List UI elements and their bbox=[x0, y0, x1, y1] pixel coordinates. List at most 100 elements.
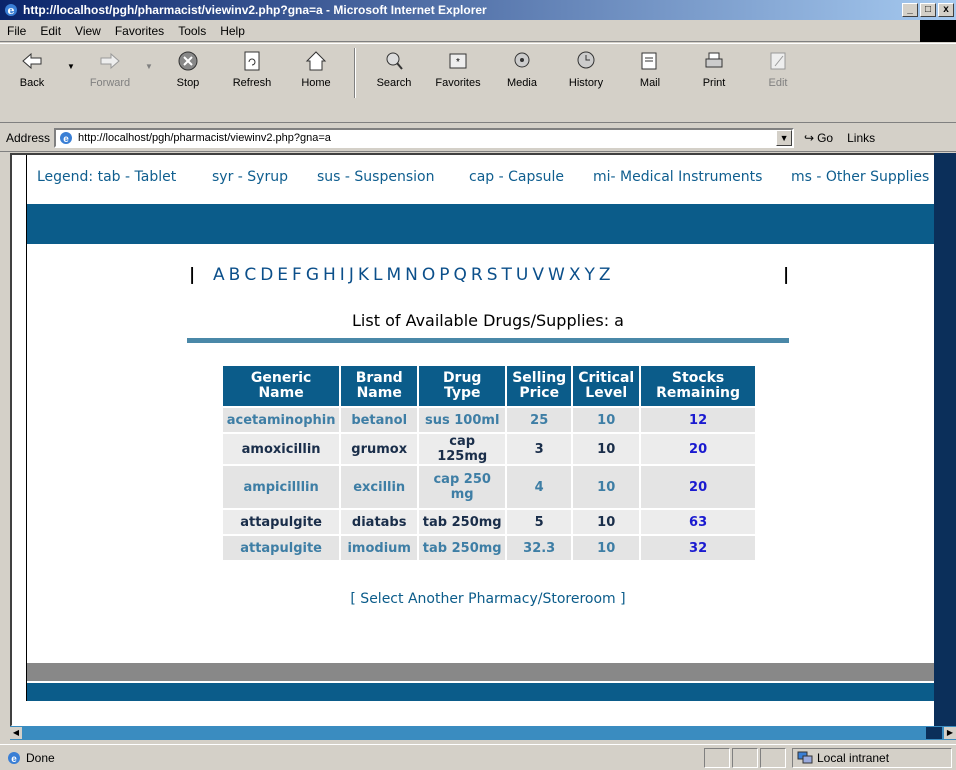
status-text: Done bbox=[26, 750, 55, 765]
scroll-left-icon[interactable]: ◀ bbox=[10, 727, 22, 739]
svg-text:*: * bbox=[456, 57, 460, 68]
minimize-button[interactable]: _ bbox=[902, 3, 918, 17]
alphabet-link-p[interactable]: P bbox=[439, 265, 451, 285]
cell-stocks: 20 bbox=[641, 434, 755, 464]
alphabet-link-u[interactable]: U bbox=[516, 265, 530, 285]
menu-file[interactable]: File bbox=[0, 24, 33, 38]
history-button[interactable]: History bbox=[554, 48, 618, 89]
print-icon bbox=[705, 52, 723, 68]
maximize-button[interactable]: □ bbox=[920, 3, 936, 17]
status-panel bbox=[704, 747, 730, 768]
select-pharmacy-link[interactable]: [ Select Another Pharmacy/Storeroom ] bbox=[187, 591, 789, 607]
intranet-icon bbox=[797, 751, 813, 763]
alphabet-link-z[interactable]: Z bbox=[599, 265, 613, 285]
alphabet-link-o[interactable]: O bbox=[422, 265, 437, 285]
address-input[interactable]: e http://localhost/pgh/pharmacist/viewin… bbox=[54, 127, 795, 148]
refresh-button[interactable]: Refresh bbox=[220, 48, 284, 89]
alphabet-link-x[interactable]: X bbox=[569, 265, 583, 285]
svg-text:e: e bbox=[11, 754, 17, 765]
home-button[interactable]: Home bbox=[284, 48, 348, 89]
menu-tools[interactable]: Tools bbox=[171, 24, 213, 38]
col-critical-level: Critical Level bbox=[573, 366, 640, 406]
alphabet-link-s[interactable]: S bbox=[487, 265, 500, 285]
legend-item-tab: Legend: tab - Tablet bbox=[37, 169, 177, 185]
alphabet-link-y[interactable]: Y bbox=[584, 265, 596, 285]
back-dropdown-icon[interactable]: ▼ bbox=[64, 62, 78, 71]
edit-label: Edit bbox=[768, 77, 788, 89]
alphabet-divider-right: | bbox=[783, 265, 792, 285]
cell-price: 32.3 bbox=[507, 536, 572, 560]
back-button[interactable]: Back bbox=[0, 48, 64, 89]
alphabet-link-m[interactable]: M bbox=[386, 265, 403, 285]
forward-dropdown-icon[interactable]: ▼ bbox=[142, 62, 156, 71]
drugs-table: Generic Name Brand Name Drug Type Sellin… bbox=[221, 364, 757, 562]
scroll-thumb[interactable] bbox=[926, 727, 942, 739]
alphabet-link-j[interactable]: J bbox=[349, 265, 356, 285]
menu-edit[interactable]: Edit bbox=[33, 24, 68, 38]
alphabet-link-b[interactable]: B bbox=[229, 265, 243, 285]
forward-label: Forward bbox=[89, 77, 131, 89]
alphabet-link-i[interactable]: I bbox=[340, 265, 347, 285]
mail-icon bbox=[641, 52, 657, 70]
list-heading: List of Available Drugs/Supplies: a bbox=[352, 311, 624, 330]
alphabet-link-r[interactable]: R bbox=[471, 265, 485, 285]
address-url: http://localhost/pgh/pharmacist/viewinv2… bbox=[78, 131, 331, 144]
favorites-button[interactable]: * Favorites bbox=[426, 48, 490, 89]
alphabet-link-f[interactable]: F bbox=[292, 265, 304, 285]
svg-text:e: e bbox=[8, 4, 15, 17]
toolbar: Back ▼ Forward ▼ Stop Refresh Home Searc… bbox=[0, 43, 956, 123]
menu-view[interactable]: View bbox=[68, 24, 108, 38]
address-dropdown-icon[interactable]: ▼ bbox=[776, 129, 793, 146]
cell-critical: 10 bbox=[573, 408, 640, 432]
edit-button[interactable]: Edit bbox=[746, 48, 810, 89]
vertical-scrollbar[interactable] bbox=[934, 153, 956, 727]
menu-help[interactable]: Help bbox=[213, 24, 252, 38]
print-button[interactable]: Print bbox=[682, 48, 746, 89]
alphabet-link-k[interactable]: K bbox=[358, 265, 371, 285]
col-generic-name: Generic Name bbox=[223, 366, 340, 406]
search-button[interactable]: Search bbox=[362, 48, 426, 89]
refresh-label: Refresh bbox=[232, 77, 272, 89]
forward-arrow-icon bbox=[100, 52, 120, 70]
mail-button[interactable]: Mail bbox=[618, 48, 682, 89]
cell-generic: acetaminophin bbox=[223, 408, 340, 432]
table-row: attapulgite imodium tab 250mg 32.3 10 32 bbox=[223, 536, 755, 560]
back-arrow-icon bbox=[22, 52, 42, 70]
cell-generic: attapulgite bbox=[223, 536, 340, 560]
alphabet-link-w[interactable]: W bbox=[548, 265, 567, 285]
alphabet-link-g[interactable]: G bbox=[306, 265, 321, 285]
cell-brand: excillin bbox=[341, 466, 418, 508]
alphabet-link-a[interactable]: A bbox=[213, 265, 227, 285]
cell-type: cap 250 mg bbox=[419, 466, 506, 508]
media-icon bbox=[514, 52, 530, 68]
back-label: Back bbox=[19, 77, 45, 89]
alphabet-link-l[interactable]: L bbox=[373, 265, 384, 285]
alphabet-link-v[interactable]: V bbox=[532, 265, 546, 285]
alphabet-link-h[interactable]: H bbox=[323, 265, 338, 285]
refresh-icon bbox=[244, 51, 260, 71]
legend-item-syr: syr - Syrup bbox=[212, 169, 288, 185]
search-label: Search bbox=[376, 77, 412, 89]
home-icon bbox=[305, 51, 327, 71]
alphabet-link-q[interactable]: Q bbox=[454, 265, 469, 285]
close-button[interactable]: x bbox=[938, 3, 954, 17]
alphabet-link-c[interactable]: C bbox=[244, 265, 258, 285]
cell-critical: 10 bbox=[573, 434, 640, 464]
media-button[interactable]: Media bbox=[490, 48, 554, 89]
cell-critical: 10 bbox=[573, 466, 640, 508]
alphabet-link-t[interactable]: T bbox=[502, 265, 514, 285]
stop-button[interactable]: Stop bbox=[156, 48, 220, 89]
scroll-right-icon[interactable]: ▶ bbox=[944, 727, 956, 739]
cell-type: tab 250mg bbox=[419, 536, 506, 560]
alphabet-letters: ABCDEFGHIJKLMNOPQRSTUVWXYZ bbox=[213, 265, 615, 285]
forward-button[interactable]: Forward bbox=[78, 48, 142, 89]
go-button[interactable]: ↪ Go bbox=[804, 131, 833, 145]
links-button[interactable]: Links bbox=[847, 131, 875, 145]
horizontal-scrollbar[interactable]: ◀ ▶ bbox=[10, 726, 956, 740]
history-icon bbox=[577, 51, 595, 69]
footer-gray-band bbox=[27, 663, 939, 681]
alphabet-link-e[interactable]: E bbox=[277, 265, 290, 285]
alphabet-link-n[interactable]: N bbox=[405, 265, 420, 285]
alphabet-link-d[interactable]: D bbox=[260, 265, 275, 285]
menu-favorites[interactable]: Favorites bbox=[108, 24, 171, 38]
